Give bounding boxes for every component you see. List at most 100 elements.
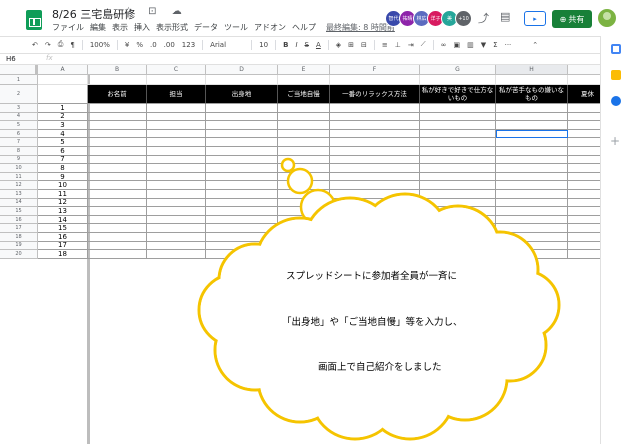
number-cell[interactable]: 1 [38, 104, 88, 113]
tasks-icon[interactable] [611, 96, 621, 106]
activity-trend-icon[interactable]: ⤴ [478, 10, 489, 26]
grid-cell[interactable] [496, 207, 568, 216]
text-color-button[interactable]: A [316, 41, 321, 49]
keep-notes-icon[interactable] [611, 70, 621, 80]
menu-tools[interactable]: ツール [224, 22, 248, 33]
header-cell[interactable]: 担当 [147, 85, 206, 104]
grid-cell[interactable] [88, 121, 147, 130]
row-header-13[interactable]: 13 [0, 190, 38, 199]
grid-cell[interactable] [278, 233, 330, 242]
grid-cell[interactable] [147, 190, 206, 199]
grid-cell[interactable] [278, 207, 330, 216]
number-cell[interactable]: 7 [38, 155, 88, 165]
grid-cell[interactable] [496, 164, 568, 173]
grid-cell[interactable] [147, 241, 206, 251]
grid-cell[interactable] [206, 198, 278, 208]
grid-cell[interactable] [206, 241, 278, 251]
grid-cell[interactable] [420, 129, 496, 139]
grid-cell[interactable] [88, 147, 147, 156]
grid-cell[interactable] [496, 121, 568, 130]
row-header-4[interactable]: 4 [0, 112, 38, 122]
grid-cell[interactable] [330, 233, 420, 242]
number-cell[interactable]: 11 [38, 190, 88, 199]
grid-cell[interactable] [88, 155, 147, 165]
menu-edit[interactable]: 編集 [90, 22, 106, 33]
grid-cell[interactable] [420, 172, 496, 182]
grid-cell[interactable] [88, 104, 147, 113]
grid-cell[interactable] [330, 75, 420, 85]
header-cell[interactable]: お名前 [88, 85, 147, 104]
grid-cell[interactable] [420, 241, 496, 251]
grid-cell[interactable] [88, 75, 147, 85]
present-button[interactable]: ▸ [524, 11, 546, 26]
grid-cell[interactable] [206, 250, 278, 259]
more-tools-button[interactable]: ··· [505, 41, 512, 49]
grid-cell[interactable] [147, 172, 206, 182]
more-collaborators-badge[interactable]: +10 [455, 10, 472, 27]
grid-cell[interactable] [278, 138, 330, 147]
grid-cell[interactable] [147, 215, 206, 225]
grid-cell[interactable] [420, 198, 496, 208]
grid-cell[interactable] [330, 164, 420, 173]
last-edit-link[interactable]: 最終編集: 8 時間前 [326, 22, 395, 33]
decrease-decimal-button[interactable]: .0 [150, 41, 157, 49]
grid-cell[interactable] [568, 250, 600, 259]
grid-cell[interactable] [88, 112, 147, 122]
number-cell[interactable]: 4 [38, 129, 88, 139]
functions-icon[interactable]: Σ [493, 41, 497, 49]
grid-cell[interactable] [278, 164, 330, 173]
italic-button[interactable]: I [295, 41, 297, 49]
grid-cell[interactable] [330, 112, 420, 122]
grid-cell[interactable] [206, 181, 278, 190]
header-cell[interactable]: 夏休 [568, 85, 600, 104]
grid-cell[interactable] [420, 155, 496, 165]
redo-icon[interactable]: ↷ [45, 41, 51, 49]
paint-format-icon[interactable]: ¶ [70, 41, 74, 49]
grid-cell[interactable] [330, 224, 420, 233]
grid-cell[interactable] [330, 172, 420, 182]
grid-cell[interactable] [278, 181, 330, 190]
row-header-10[interactable]: 10 [0, 164, 38, 173]
collapse-menu-icon[interactable]: ⌃ [532, 41, 538, 49]
row-header-8[interactable]: 8 [0, 147, 38, 156]
grid-cell[interactable] [568, 181, 600, 190]
header-cell[interactable]: 一番のリラックス方法 [330, 85, 420, 104]
grid-cell[interactable] [278, 75, 330, 85]
row-header-5[interactable]: 5 [0, 121, 38, 130]
grid-cell[interactable] [88, 190, 147, 199]
row-header-1[interactable]: 1 [0, 75, 38, 85]
row-header-2[interactable]: 2 [0, 85, 38, 104]
document-title[interactable]: 8/26 三宅島研修 [52, 6, 135, 22]
grid-cell[interactable] [568, 224, 600, 233]
number-cell[interactable]: 14 [38, 215, 88, 225]
grid-cell[interactable] [88, 233, 147, 242]
grid-cell[interactable] [568, 164, 600, 173]
increase-decimal-button[interactable]: .00 [164, 41, 175, 49]
grid-cell[interactable] [206, 233, 278, 242]
grid-cell[interactable] [88, 164, 147, 173]
grid-cell[interactable] [206, 112, 278, 122]
grid-cell[interactable] [496, 233, 568, 242]
currency-button[interactable]: ¥ [125, 41, 129, 49]
menu-format[interactable]: 表示形式 [156, 22, 188, 33]
grid-cell[interactable] [147, 155, 206, 165]
undo-icon[interactable]: ↶ [32, 41, 38, 49]
grid-cell[interactable] [88, 207, 147, 216]
grid-cell[interactable] [278, 155, 330, 165]
grid-cell[interactable] [420, 164, 496, 173]
grid-cell[interactable] [420, 138, 496, 147]
menu-data[interactable]: データ [194, 22, 218, 33]
filter-icon[interactable]: ▼ [481, 41, 486, 49]
spreadsheet-grid[interactable]: A B C D E F G H 1 2 3 4 5 6 7 8 9 10 11 12 13 14 15 16 17 18 19 20 お… [0, 65, 600, 444]
grid-cell[interactable] [420, 207, 496, 216]
grid-cell[interactable] [330, 147, 420, 156]
grid-cell[interactable] [88, 138, 147, 147]
grid-cell[interactable] [330, 241, 420, 251]
calendar-icon[interactable] [611, 44, 621, 54]
grid-cell[interactable] [496, 172, 568, 182]
grid-cell[interactable] [496, 147, 568, 156]
column-header-d[interactable]: D [206, 65, 278, 75]
column-header-c[interactable]: C [147, 65, 206, 75]
column-header-h[interactable]: H [496, 65, 568, 75]
grid-cell[interactable] [147, 181, 206, 190]
